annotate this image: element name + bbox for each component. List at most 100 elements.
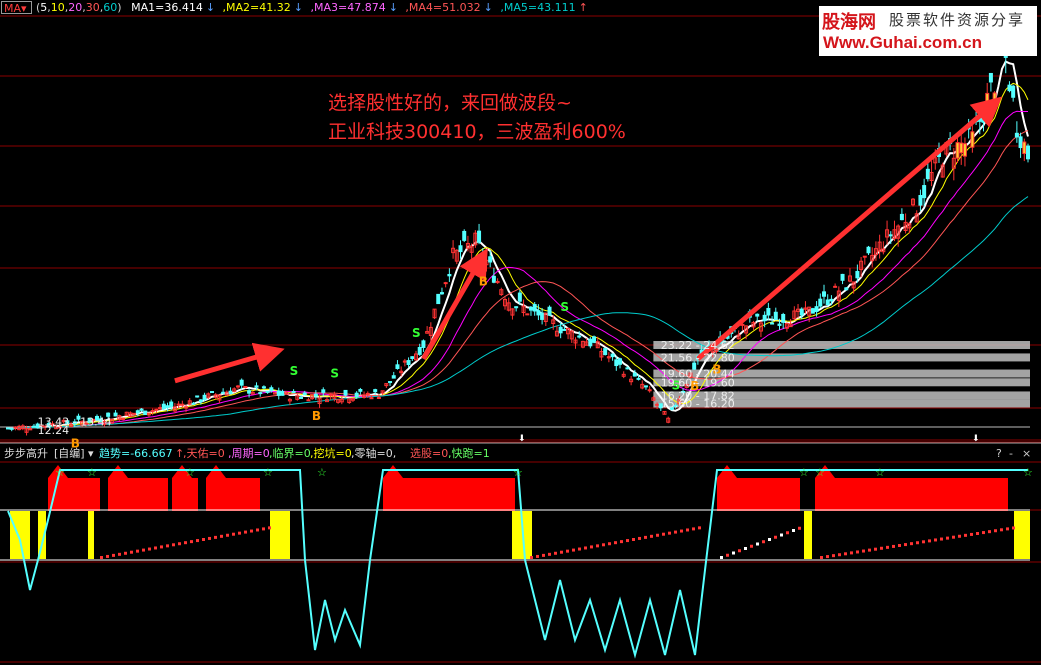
candle-body <box>922 185 927 199</box>
staircase-dot <box>238 531 241 535</box>
candle-body <box>210 391 214 394</box>
yellow-zone <box>270 511 290 559</box>
staircase-dot <box>744 547 747 550</box>
candle-body <box>306 399 311 402</box>
candle-body <box>959 142 964 154</box>
staircase-dot <box>982 531 985 535</box>
param-ma3: 20 <box>68 1 83 14</box>
star-icon: ☆ <box>317 466 327 479</box>
candle-body <box>614 359 619 367</box>
staircase-dot <box>916 541 919 545</box>
yellow-zone <box>804 511 812 559</box>
param-ma5: 60 <box>103 1 118 14</box>
price-labels: 12.2413.43 - 13.4415.60 - 16.2016.20 - 1… <box>38 339 735 437</box>
red-zone-peak <box>108 465 128 478</box>
candle-body <box>970 131 975 148</box>
candle-body <box>447 273 452 277</box>
staircase-dot <box>136 549 139 553</box>
candle-body <box>391 375 396 379</box>
candle-body <box>1014 132 1019 138</box>
signal-sell: S <box>330 367 339 381</box>
red-zone-peak <box>206 465 226 478</box>
staircase-dot <box>590 545 593 549</box>
candle-body <box>1011 85 1016 98</box>
candle-body <box>243 385 248 388</box>
candle-body <box>840 273 845 281</box>
candle-body <box>829 298 834 302</box>
candle-body <box>354 392 359 398</box>
yellow-zone <box>10 511 30 559</box>
candle-body <box>31 425 36 428</box>
staircase-dot <box>620 540 623 544</box>
candle-body <box>1022 141 1027 155</box>
candle-body <box>158 407 163 410</box>
candle-body <box>321 389 326 393</box>
staircase-dot <box>738 549 741 553</box>
ma4-value: ,MA4=51.032 <box>405 1 481 14</box>
staircase-dot <box>856 550 859 554</box>
candle-body <box>13 426 18 429</box>
ma2-value: ,MA2=41.32 <box>222 1 291 14</box>
staircase-dot <box>934 538 937 542</box>
mode-dropdown-icon[interactable]: ▾ <box>88 446 94 462</box>
signal-buy: B <box>312 409 321 423</box>
staircase-dot <box>542 553 545 557</box>
candle-body <box>369 397 374 400</box>
staircase-dot <box>602 543 605 547</box>
candle-body <box>165 405 170 409</box>
candle-body <box>844 287 849 291</box>
red-zone-peak <box>717 465 737 478</box>
red-zone <box>172 478 198 511</box>
staircase-dot <box>172 543 175 547</box>
candle-body <box>143 410 148 416</box>
ma4-arrow-icon: ↓ <box>483 1 493 14</box>
candle-body <box>358 388 363 392</box>
red-zone <box>383 478 515 511</box>
candle-body <box>195 395 200 398</box>
candle-body <box>132 412 137 415</box>
staircase-dot <box>792 529 795 532</box>
ma3-arrow-icon: ↓ <box>388 1 398 14</box>
signal-buy: B <box>479 274 488 288</box>
candle-body <box>603 348 608 355</box>
indicator-mode-dropdown[interactable]: [自编] <box>54 446 85 462</box>
minimize-button[interactable]: - <box>1009 446 1013 462</box>
ma-values: (5,10,20,30,60) MA1=36.414 ↓ ,MA2=41.32 ↓ … <box>36 1 588 14</box>
candle-body <box>781 314 786 323</box>
staircase-dot <box>910 542 913 546</box>
candle-body <box>818 298 823 307</box>
star-icon: ☆ <box>55 466 65 479</box>
staircase-dot <box>820 556 823 559</box>
yellow-zone <box>88 511 94 559</box>
staircase-dot <box>862 549 865 553</box>
staircase-dot <box>838 553 841 557</box>
staircase-dot <box>988 530 991 534</box>
candle-body <box>373 389 378 393</box>
indicator-selector[interactable]: MA▾ <box>1 1 32 15</box>
zhouqi-value: ,周期=0 <box>228 447 270 460</box>
price-label: 13.43 - 13.44 <box>38 416 112 429</box>
star-icon: ☆ <box>875 466 885 479</box>
xuangu-value: 选股=0 <box>410 447 449 460</box>
help-button[interactable]: ? <box>996 446 1002 462</box>
signal-sell: S <box>412 326 421 340</box>
close-button[interactable]: × <box>1022 446 1031 462</box>
candle-body <box>888 234 893 237</box>
candle-body <box>417 346 422 355</box>
candle-body <box>388 381 393 384</box>
candle-body <box>636 377 641 380</box>
candle-body <box>1026 145 1030 160</box>
candle-body <box>517 292 522 302</box>
candle-body <box>577 335 582 338</box>
params-close: ) <box>117 1 122 14</box>
candle-body <box>799 308 804 316</box>
trend-arrow <box>174 342 285 384</box>
candle-body <box>28 428 33 431</box>
candle-body <box>525 313 530 316</box>
staircase-dot <box>256 528 259 532</box>
staircase-dot <box>644 535 647 539</box>
staircase-dot <box>560 550 563 554</box>
logo-brand: 股海网 <box>822 12 876 33</box>
staircase-dot <box>100 556 103 559</box>
ma1-value: MA1=36.414 <box>131 1 203 14</box>
